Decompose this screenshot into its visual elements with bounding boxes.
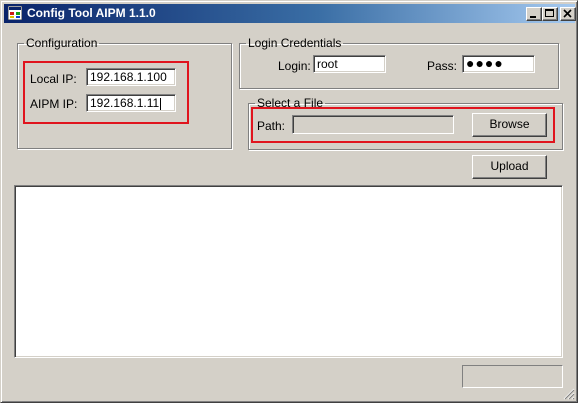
path-label: Path: [257,119,286,133]
aipm-ip-label: AIPM IP: [30,97,78,111]
login-credentials-legend: Login Credentials [248,36,342,50]
maximize-button[interactable] [542,7,558,21]
aipm-ip-value: 192.168.1.11 [90,96,160,110]
minimize-icon [530,16,536,18]
local-ip-input[interactable]: 192.168.1.100 [86,68,176,86]
text-caret [160,97,162,110]
maximize-icon [545,9,554,17]
browse-button[interactable]: Browse [472,113,547,137]
resize-grip-icon[interactable] [563,388,575,400]
local-ip-value: 192.168.1.100 [90,70,167,84]
upload-button[interactable]: Upload [472,155,547,179]
login-value: root [317,57,338,71]
login-label: Login: [278,59,311,73]
close-button[interactable] [560,7,576,21]
log-output-area[interactable] [14,185,563,358]
upload-progress-bar [462,365,563,388]
password-value: ●●●● [466,55,504,71]
pass-label: Pass: [427,59,458,73]
upload-button-label: Upload [490,159,529,173]
title-bar[interactable]: Config Tool AIPM 1.1.0 [4,4,576,23]
app-window-icon[interactable] [7,5,23,21]
select-file-legend: Select a File [257,96,324,110]
window-title: Config Tool AIPM 1.1.0 [27,6,156,20]
browse-button-label: Browse [489,117,530,131]
local-ip-label: Local IP: [30,72,77,86]
path-input[interactable] [292,115,454,134]
configuration-group: Configuration [17,37,232,149]
app-window: Config Tool AIPM 1.1.0 Configuration Loc… [0,0,578,403]
aipm-ip-input[interactable]: 192.168.1.11 [86,94,176,112]
password-input[interactable]: ●●●● [462,55,535,73]
close-icon [563,9,572,18]
minimize-button[interactable] [526,7,542,21]
configuration-legend: Configuration [26,36,98,50]
login-input[interactable]: root [313,55,386,73]
